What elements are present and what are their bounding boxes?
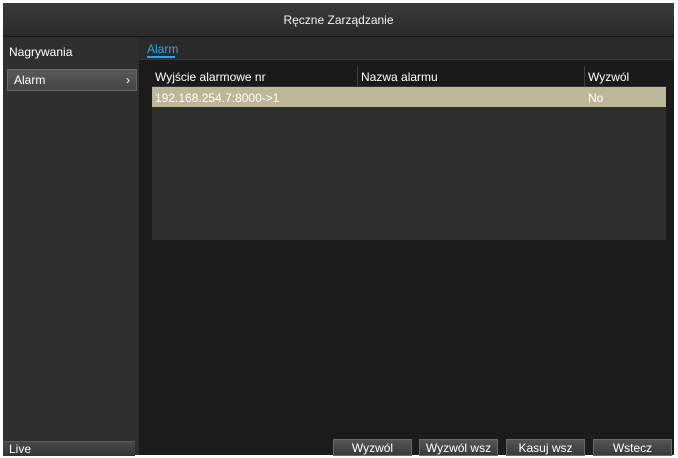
column-header-trigger[interactable]: Wyzwól xyxy=(588,70,629,84)
table-header: Wyjście alarmowe nr Nazwa alarmu Wyzwól xyxy=(152,66,666,87)
back-button[interactable]: Wstecz xyxy=(593,439,672,456)
tab-alarm[interactable]: Alarm xyxy=(147,42,178,56)
column-divider xyxy=(584,66,585,86)
live-view-button[interactable]: Live xyxy=(3,441,135,456)
sidebar-header-recordings[interactable]: Nagrywania xyxy=(9,45,72,59)
alarm-output-table: Wyjście alarmowe nr Nazwa alarmu Wyzwól … xyxy=(152,66,666,240)
clear-all-button[interactable]: Kasuj wsz xyxy=(506,439,585,456)
cell-output-number: 192.168.254.7:8000->1 xyxy=(155,91,280,105)
active-tab-indicator xyxy=(147,56,175,58)
window-title: Ręczne Zarządzanie xyxy=(283,12,394,27)
main-panel: Alarm Wyjście alarmowe nr Nazwa alarmu W… xyxy=(139,37,674,456)
sidebar-item-alarm[interactable]: Alarm › xyxy=(7,69,137,91)
column-header-output-number[interactable]: Wyjście alarmowe nr xyxy=(155,70,266,84)
sidebar: Nagrywania Alarm › Live xyxy=(3,37,139,456)
chevron-right-icon: › xyxy=(126,73,130,87)
live-button-label: Live xyxy=(9,442,32,456)
trigger-all-button[interactable]: Wyzwól wsz xyxy=(419,439,498,456)
window-title-bar: Ręczne Zarządzanie xyxy=(3,3,674,37)
tab-bar: Alarm xyxy=(139,37,674,60)
cell-trigger-status: No xyxy=(588,91,604,105)
table-row[interactable]: 192.168.254.7:8000->1 No xyxy=(152,87,666,107)
manual-control-window: Ręczne Zarządzanie Nagrywania Alarm › Li… xyxy=(3,3,674,456)
column-divider xyxy=(357,66,358,86)
trigger-button[interactable]: Wyzwól xyxy=(333,439,412,456)
sidebar-item-label: Alarm xyxy=(14,73,46,87)
column-header-alarm-name[interactable]: Nazwa alarmu xyxy=(361,70,438,84)
